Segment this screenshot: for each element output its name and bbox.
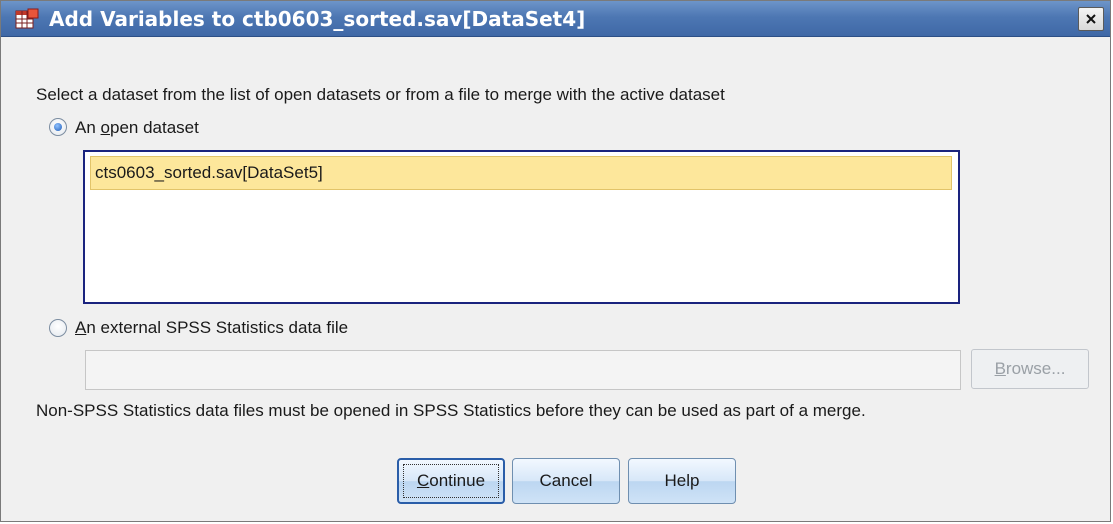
- external-file-mnemonic: A: [75, 318, 87, 337]
- title-bar[interactable]: Add Variables to ctb0603_sorted.sav[Data…: [1, 1, 1110, 37]
- close-icon: [1086, 14, 1096, 24]
- browse-label-post: rowse...: [1005, 359, 1066, 378]
- window-title: Add Variables to ctb0603_sorted.sav[Data…: [49, 7, 586, 31]
- open-dataset-label-post: pen dataset: [110, 118, 199, 137]
- external-file-path-input[interactable]: [85, 350, 961, 390]
- external-file-label-post: n external SPSS Statistics data file: [86, 318, 349, 337]
- list-item[interactable]: cts0603_sorted.sav[DataSet5]: [90, 156, 952, 190]
- browse-button[interactable]: Browse...: [971, 349, 1089, 389]
- spss-dataset-icon: [15, 8, 39, 30]
- add-variables-dialog: Add Variables to ctb0603_sorted.sav[Data…: [0, 0, 1111, 522]
- cancel-button[interactable]: Cancel: [512, 458, 620, 504]
- radio-selected-dot: [54, 123, 62, 131]
- open-dataset-label[interactable]: An open dataset: [75, 118, 199, 138]
- open-dataset-mnemonic: o: [100, 118, 110, 137]
- external-file-label[interactable]: An external SPSS Statistics data file: [75, 318, 348, 338]
- help-button[interactable]: Help: [628, 458, 736, 504]
- continue-button[interactable]: Continue: [397, 458, 505, 504]
- instruction-text: Select a dataset from the list of open d…: [36, 85, 725, 104]
- merge-note-text: Non-SPSS Statistics data files must be o…: [36, 401, 866, 420]
- focus-rectangle: [403, 464, 499, 498]
- external-file-radio[interactable]: [49, 319, 67, 337]
- close-button[interactable]: [1078, 7, 1104, 31]
- open-datasets-list[interactable]: cts0603_sorted.sav[DataSet5]: [83, 150, 960, 304]
- browse-mnemonic: B: [994, 359, 1006, 378]
- open-dataset-label-pre: An: [75, 118, 101, 137]
- open-dataset-radio[interactable]: [49, 118, 67, 136]
